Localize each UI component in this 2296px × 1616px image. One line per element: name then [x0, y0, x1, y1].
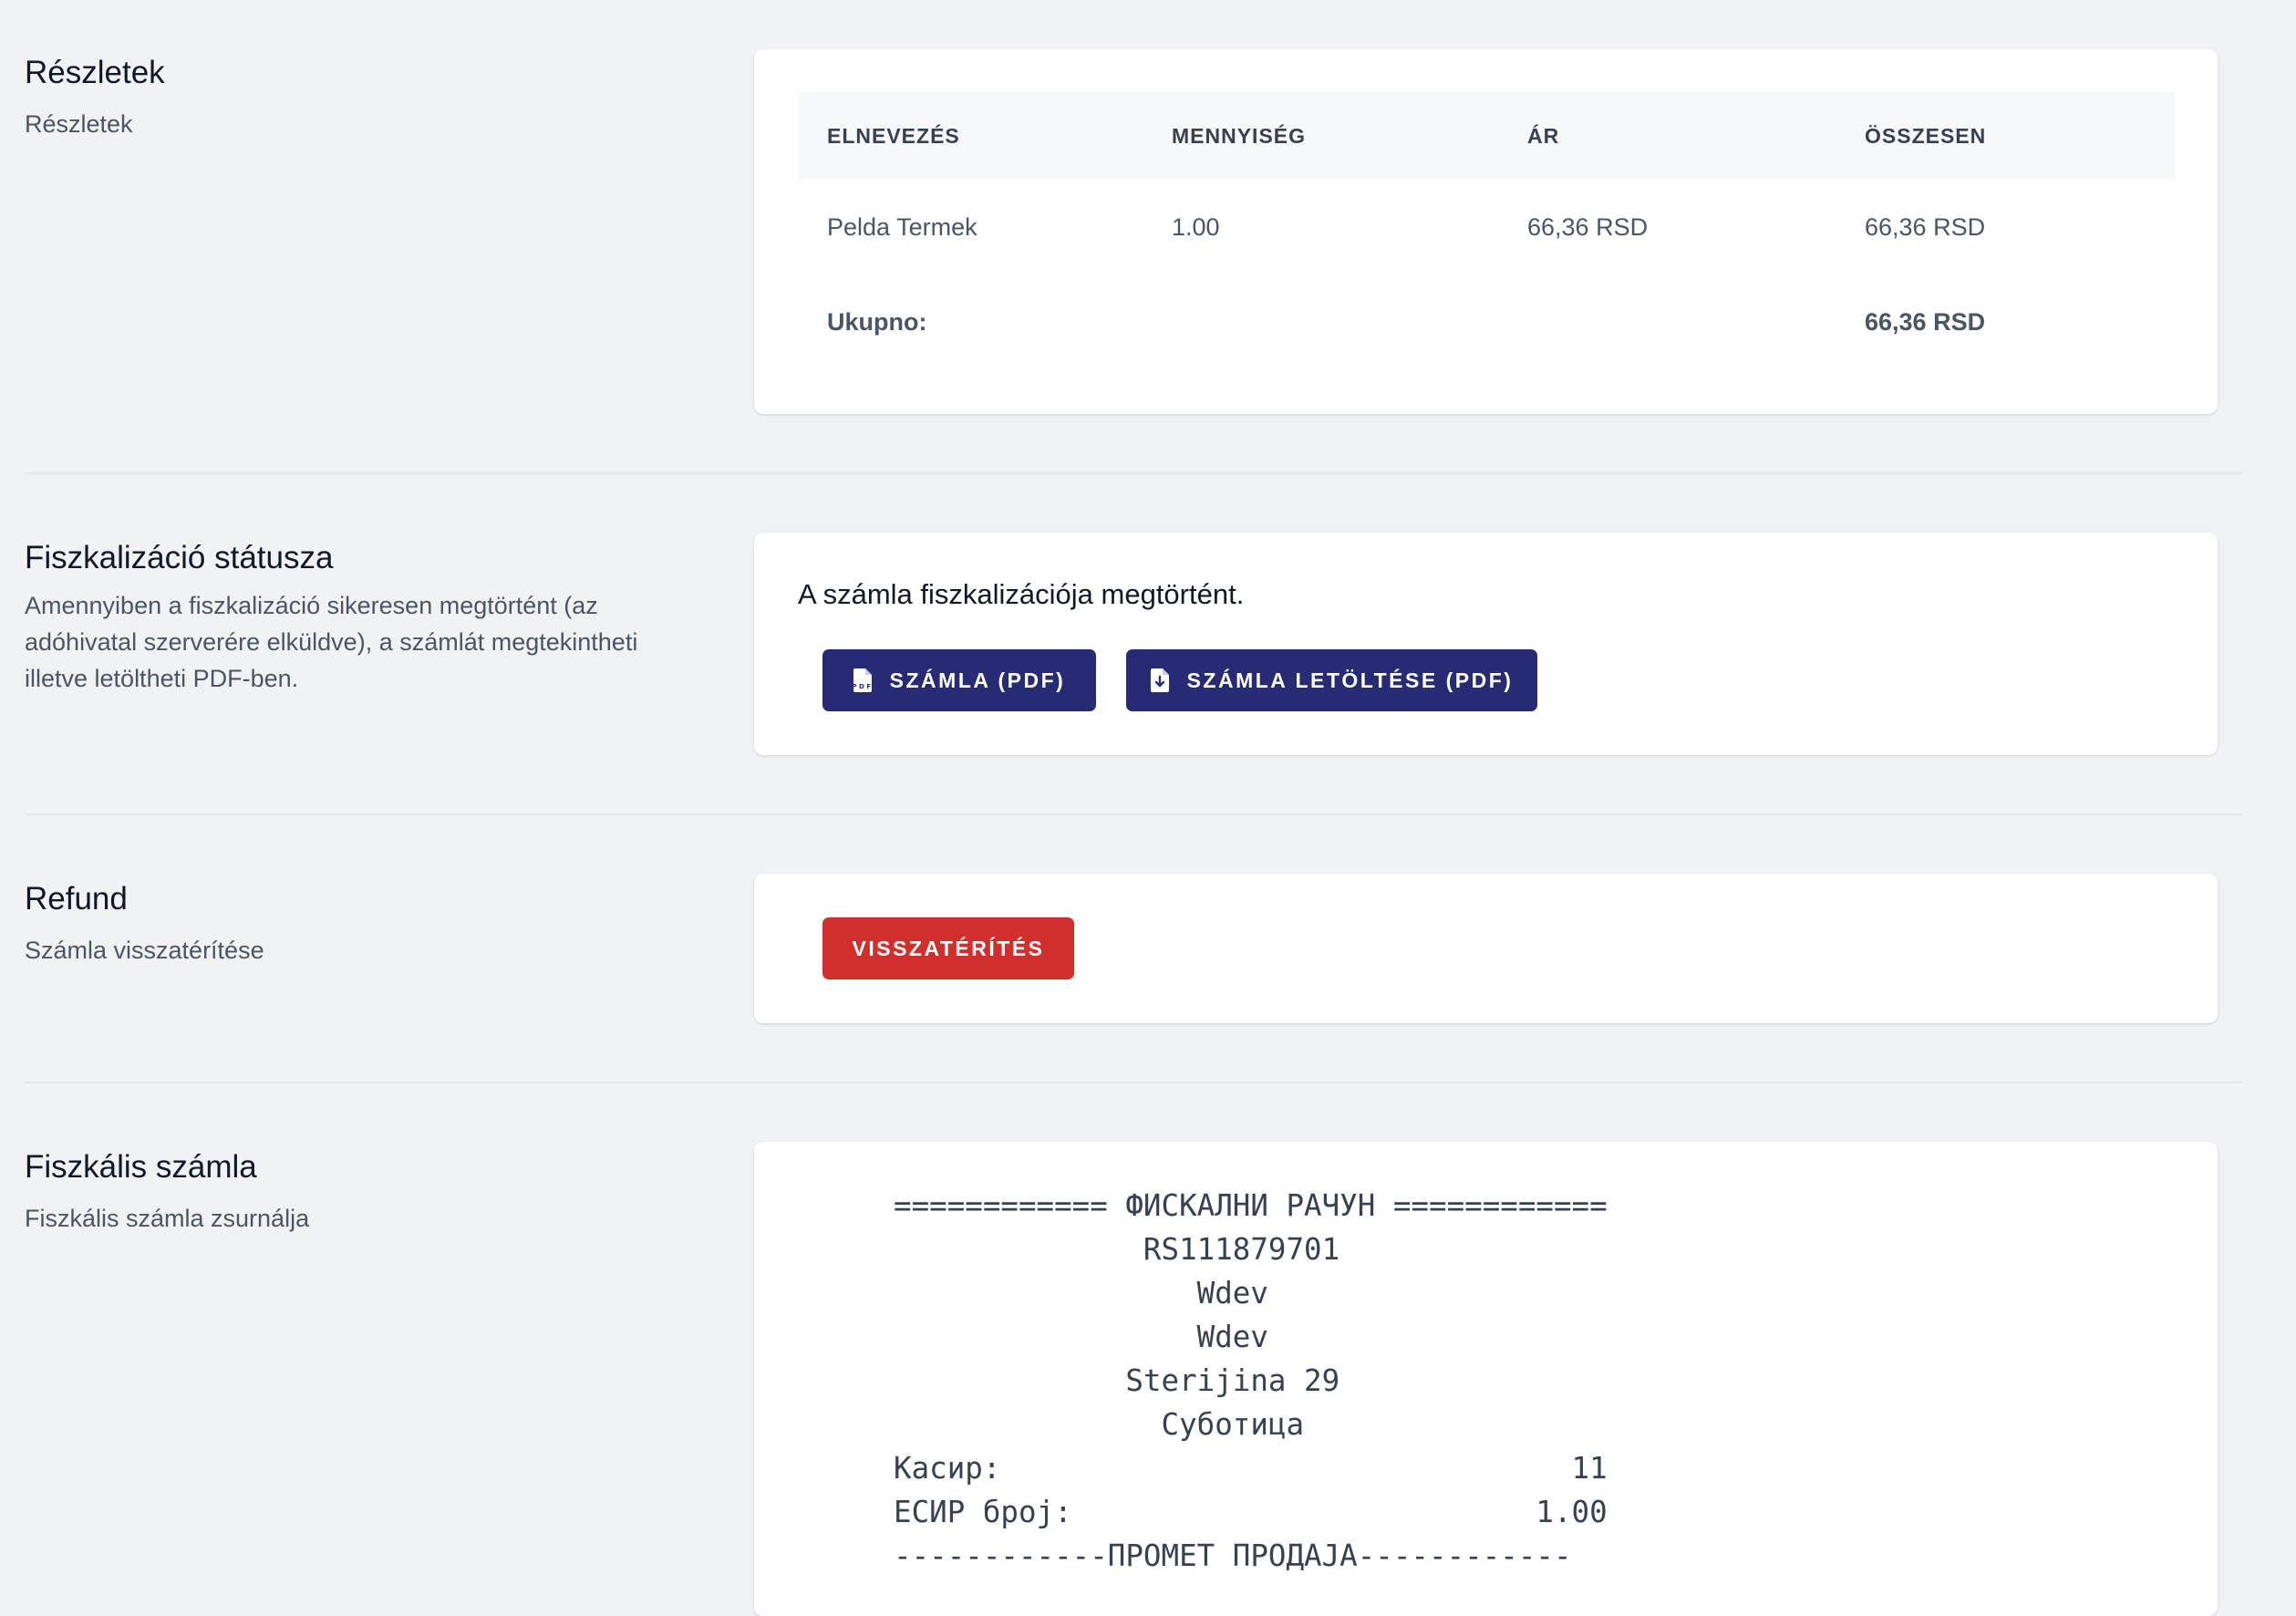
fiscal-receipt-card: ============ ФИСКАЛНИ РАЧУН ============… [754, 1142, 2218, 1616]
fiscal-receipt-title: Fiszkális számla [25, 1149, 257, 1185]
item-total: 66,36 RSD [1865, 213, 1986, 241]
refund-button[interactable]: VISSZATÉRÍTÉS [822, 917, 1074, 979]
column-header-name: ELNEVEZÉS [827, 124, 960, 148]
item-price: 66,36 RSD [1527, 213, 1649, 241]
fiscalization-description: Amennyiben a fiszkalizáció sikeresen meg… [25, 592, 638, 692]
fiscal-receipt-description: Fiszkális számla zsurnálja [25, 1205, 310, 1232]
column-header-quantity: MENNYISÉG [1172, 124, 1307, 148]
refund-info: Refund Számla visszatérítése [25, 879, 681, 969]
column-header-total: ÖSSZESEN [1865, 124, 1987, 148]
fiscalization-title: Fiszkalizáció státusza [25, 540, 334, 575]
table-row: Pelda Termek 1.00 66,36 RSD 66,36 RSD [798, 180, 2175, 275]
fiscalization-status-text: A számla fiszkalizációja megtörtént. [798, 578, 1245, 610]
fiscalization-card: A számla fiszkalizációja megtörtént. PDF… [754, 533, 2218, 755]
download-invoice-pdf-button[interactable]: SZÁMLA LETÖLTÉSE (PDF) [1126, 649, 1537, 711]
svg-text:PDF: PDF [853, 683, 872, 690]
item-quantity: 1.00 [1172, 213, 1220, 241]
details-info: Részletek Részletek [25, 53, 681, 142]
item-name: Pelda Termek [827, 213, 977, 241]
view-invoice-pdf-button[interactable]: PDF SZÁMLA (PDF) [822, 649, 1096, 711]
fiscal-receipt-info: Fiszkális számla Fiszkális számla zsurná… [25, 1147, 681, 1237]
download-invoice-pdf-label: SZÁMLA LETÖLTÉSE (PDF) [1186, 668, 1514, 692]
section-divider [25, 472, 2242, 474]
table-footer-row: Ukupno: 66,36 RSD [798, 275, 2175, 369]
fiscal-receipt-journal: ============ ФИСКАЛНИ РАЧУН ============… [894, 1188, 1608, 1573]
fiscalization-info: Fiszkalizáció státusza Amennyiben a fisz… [25, 538, 681, 697]
items-table-header: ELNEVEZÉS MENNYISÉG ÁR ÖSSZESEN [798, 92, 2175, 180]
section-divider [25, 813, 2242, 815]
items-table: ELNEVEZÉS MENNYISÉG ÁR ÖSSZESEN Pelda Te… [798, 92, 2175, 369]
grand-total-label: Ukupno: [827, 308, 927, 336]
column-header-price: ÁR [1527, 124, 1560, 148]
view-invoice-pdf-label: SZÁMLA (PDF) [889, 668, 1066, 692]
download-file-icon [1150, 668, 1169, 692]
refund-card: VISSZATÉRÍTÉS [754, 874, 2218, 1023]
details-card: ELNEVEZÉS MENNYISÉG ÁR ÖSSZESEN Pelda Te… [754, 49, 2218, 414]
grand-total-value: 66,36 RSD [1865, 308, 1986, 336]
refund-title: Refund [25, 881, 128, 917]
details-title: Részletek [25, 55, 165, 90]
details-description: Részletek [25, 110, 133, 138]
pdf-file-icon: PDF [853, 668, 872, 692]
refund-button-label: VISSZATÉRÍTÉS [852, 936, 1045, 960]
refund-description: Számla visszatérítése [25, 937, 264, 964]
section-divider [25, 1082, 2242, 1083]
